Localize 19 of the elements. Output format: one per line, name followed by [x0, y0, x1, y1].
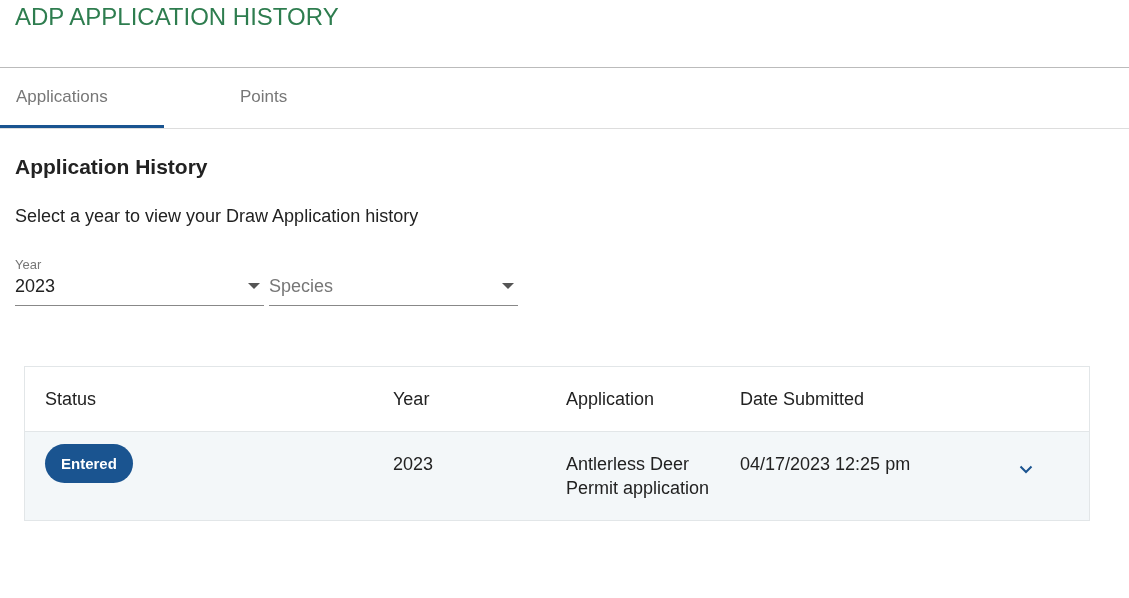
- column-header: Date Submitted: [740, 388, 866, 410]
- table-cell-text: Antlerless Deer Permit application: [566, 453, 711, 500]
- section-title: Application History: [15, 155, 209, 179]
- dropdown-caret-icon: [248, 283, 260, 289]
- column-header: Year: [393, 388, 431, 410]
- tab[interactable]: Points: [164, 68, 404, 128]
- table-cell-text: 04/17/2023 12:25 pm: [740, 453, 912, 476]
- table-cell-text: 2023: [393, 453, 435, 476]
- dropdown-caret-icon: [502, 283, 514, 289]
- page-title: ADP APPLICATION HISTORY: [0, 0, 1129, 68]
- select-field[interactable]: Year 2023: [15, 257, 264, 306]
- column-header: Application: [566, 388, 656, 410]
- tab[interactable]: Applications: [0, 68, 164, 128]
- select-field[interactable]: Species: [269, 257, 518, 306]
- instructions-text: Select a year to view your Draw Application history: [15, 206, 420, 227]
- chevron-icon[interactable]: [1019, 465, 1033, 474]
- status-badge: Entered: [45, 444, 133, 483]
- table-row[interactable]: Entered 2023 Antlerless Deer Permit application 04/17/2023 12:25 pm: [25, 432, 1089, 520]
- column-header: Status: [45, 388, 98, 410]
